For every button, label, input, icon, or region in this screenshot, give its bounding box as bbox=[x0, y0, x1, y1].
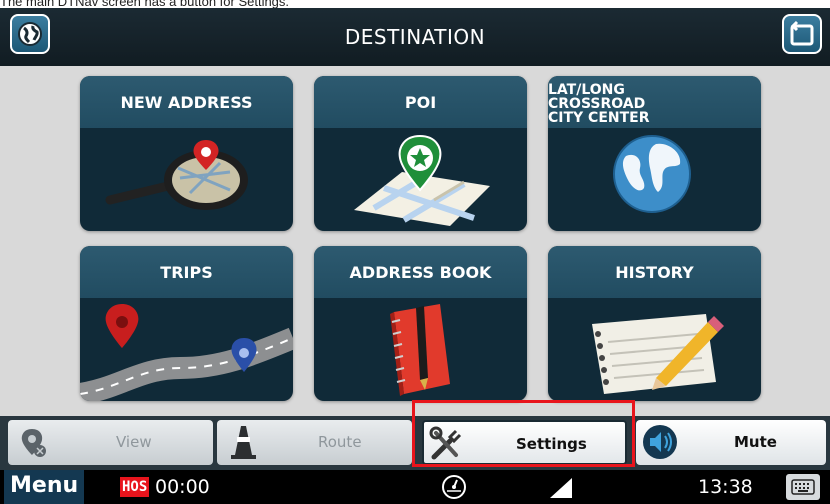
back-button[interactable] bbox=[782, 14, 822, 54]
tile-label: TRIPS bbox=[160, 262, 213, 282]
route-label: Route bbox=[318, 433, 362, 451]
traffic-cone-icon bbox=[231, 426, 256, 459]
menu-button[interactable]: Menu bbox=[4, 470, 85, 504]
tile-label-line: CROSSROAD bbox=[548, 96, 646, 112]
signal-strength-icon bbox=[550, 478, 572, 498]
tile-label-line: CITY CENTER bbox=[548, 110, 650, 126]
road-pins-icon bbox=[80, 304, 293, 401]
tile-label: ADDRESS BOOK bbox=[349, 262, 492, 282]
speaker-icon bbox=[643, 425, 677, 459]
poi-pin-map-icon bbox=[354, 134, 490, 226]
speedometer-icon[interactable] bbox=[440, 473, 468, 501]
view-button[interactable]: View bbox=[8, 420, 213, 465]
tile-label: POI bbox=[404, 92, 437, 112]
notebook-icon bbox=[390, 304, 450, 396]
route-button[interactable]: Route bbox=[217, 420, 412, 465]
mute-label: Mute bbox=[734, 433, 777, 451]
trips-tile[interactable]: TRIPS bbox=[80, 246, 293, 401]
hos-timer: 00:00 bbox=[155, 476, 210, 498]
new-address-tile[interactable]: NEW ADDRESS bbox=[80, 76, 293, 231]
view-label: View bbox=[116, 433, 152, 451]
status-bar: Menu HOS 00:00 13:38 bbox=[0, 470, 830, 504]
address-book-tile[interactable]: ADDRESS BOOK bbox=[314, 246, 527, 401]
earth-globe-icon bbox=[613, 135, 691, 213]
settings-highlight-box bbox=[412, 400, 635, 467]
clock: 13:38 bbox=[698, 476, 753, 498]
keyboard-icon bbox=[791, 479, 815, 495]
poi-tile[interactable]: POI bbox=[314, 76, 527, 231]
back-icon bbox=[790, 20, 814, 46]
mute-button[interactable]: Mute bbox=[636, 420, 826, 465]
history-tile[interactable]: HISTORY bbox=[548, 246, 761, 401]
tile-label-line: LAT/LONG bbox=[548, 82, 625, 98]
title-bar: DESTINATION bbox=[0, 8, 830, 66]
history-notepad-icon bbox=[592, 314, 724, 394]
magnifier-map-icon bbox=[105, 140, 248, 210]
view-pin-icon bbox=[21, 429, 46, 457]
tile-label: NEW ADDRESS bbox=[120, 92, 253, 112]
tile-label: HISTORY bbox=[615, 262, 694, 282]
keyboard-button[interactable] bbox=[786, 474, 820, 500]
latlong-crossroad-citycenter-tile[interactable]: LAT/LONG CROSSROAD CITY CENTER bbox=[548, 76, 761, 231]
screenshot-caption: The main DTNav screen has a button for S… bbox=[0, 0, 290, 9]
page-title: DESTINATION bbox=[344, 25, 486, 49]
hos-badge[interactable]: HOS bbox=[120, 477, 150, 497]
tile-label: LAT/LONG CROSSROAD CITY CENTER bbox=[548, 76, 761, 128]
